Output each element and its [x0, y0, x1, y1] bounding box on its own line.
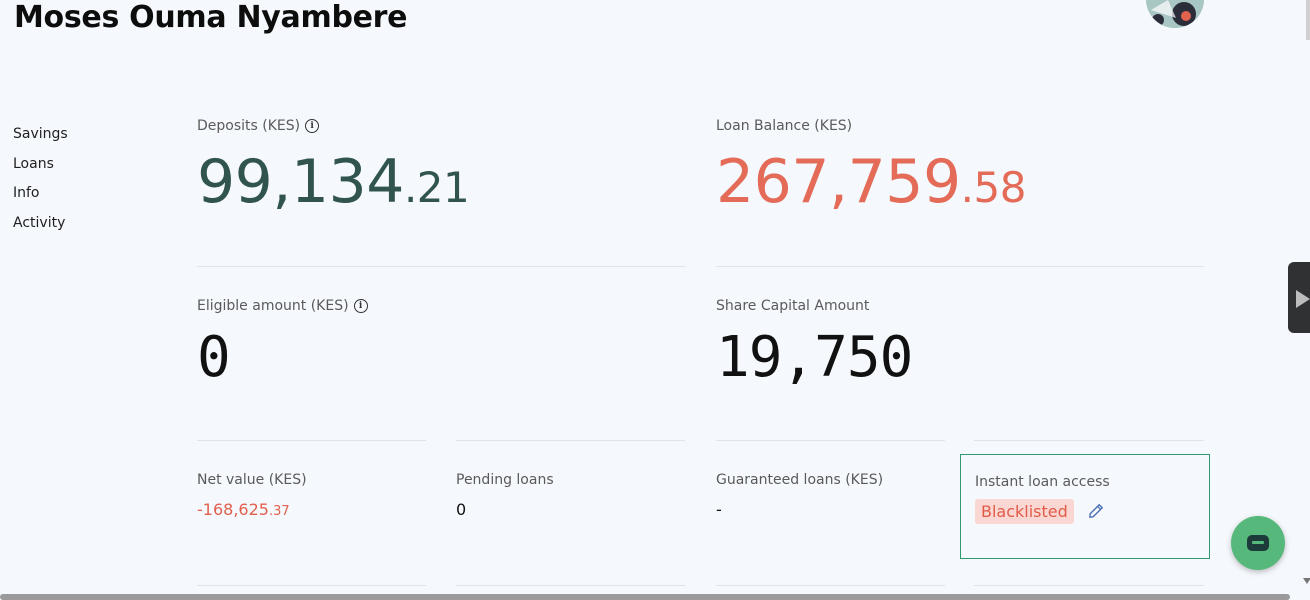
pending-loans-stat: Pending loans 0	[456, 472, 554, 519]
scroll-down-arrow-icon[interactable]	[1303, 578, 1310, 584]
net-value-value: -168,625.37	[197, 500, 307, 519]
eligible-amount-label: Eligible amount (KES)	[197, 298, 349, 314]
deposits-stat: Deposits (KES) i 99,134.21	[197, 118, 470, 212]
eligible-amount-stat: Eligible amount (KES) i 0	[197, 298, 368, 386]
sidebar-item-info[interactable]: Info	[13, 183, 68, 213]
guaranteed-loans-stat: Guaranteed loans (KES) -	[716, 472, 883, 519]
net-value-stat: Net value (KES) -168,625.37	[197, 472, 307, 519]
guaranteed-loans-label: Guaranteed loans (KES)	[716, 472, 884, 488]
info-icon[interactable]: i	[305, 119, 320, 133]
share-capital-label-row: Share Capital Amount	[716, 298, 912, 314]
deposits-label-row: Deposits (KES) i	[197, 118, 469, 134]
side-panel-toggle[interactable]	[1288, 262, 1310, 333]
divider	[197, 440, 426, 441]
chat-button[interactable]	[1231, 516, 1285, 570]
divider	[974, 585, 1204, 586]
sidebar-item-loans[interactable]: Loans	[13, 154, 68, 184]
sidebar-item-activity[interactable]: Activity	[13, 213, 68, 243]
share-capital-label: Share Capital Amount	[716, 298, 870, 314]
info-icon[interactable]: i	[353, 299, 368, 313]
loan-balance-label: Loan Balance (KES)	[716, 118, 853, 134]
eligible-amount-label-row: Eligible amount (KES) i	[197, 298, 368, 314]
deposits-value-whole: 99,134	[197, 147, 404, 217]
divider	[716, 585, 945, 586]
loan-balance-label-row: Loan Balance (KES)	[716, 118, 1026, 134]
net-value-label: Net value (KES)	[197, 472, 307, 488]
horizontal-scrollbar[interactable]	[0, 594, 1290, 600]
share-capital-value: 19,750	[716, 325, 913, 390]
pending-loans-label: Pending loans	[456, 472, 554, 488]
member-name: Moses Ouma Nyambere	[14, 0, 408, 35]
net-value-cents: .37	[268, 504, 290, 519]
sidebar-nav: Savings Loans Info Activity	[13, 124, 68, 242]
divider	[974, 440, 1204, 441]
divider	[456, 440, 685, 441]
divider	[197, 585, 426, 586]
instant-loan-access-card: Instant loan access Blacklisted	[960, 454, 1210, 559]
loan-balance-value-whole: 267,759	[716, 147, 961, 217]
net-value-whole: -168,625	[197, 500, 269, 519]
pencil-icon[interactable]	[1088, 503, 1104, 519]
guaranteed-loans-value: -	[716, 500, 722, 519]
pending-loans-value: 0	[456, 500, 467, 519]
instant-loan-access-label: Instant loan access	[975, 474, 1110, 490]
sidebar-item-savings[interactable]: Savings	[13, 124, 68, 154]
play-icon	[1296, 290, 1310, 308]
avatar[interactable]	[1146, 0, 1204, 28]
user-avatar-icon	[1146, 0, 1204, 28]
eligible-amount-value: 0	[197, 325, 231, 390]
member-dashboard: Moses Ouma Nyambere Savings Loans Info A…	[0, 0, 1310, 600]
loan-balance-stat: Loan Balance (KES) 267,759.58	[716, 118, 1026, 212]
divider	[456, 585, 685, 586]
status-badge: Blacklisted	[975, 499, 1074, 524]
loan-balance-value-cents: .58	[960, 163, 1027, 212]
divider	[716, 266, 1204, 267]
deposits-value-cents: .21	[403, 163, 470, 212]
divider	[716, 440, 945, 441]
deposits-label: Deposits (KES)	[197, 118, 301, 134]
loan-balance-value: 267,759.58	[716, 152, 1026, 212]
chat-bubble-icon	[1247, 535, 1269, 551]
vertical-scrollbar[interactable]	[1306, 0, 1310, 40]
divider	[197, 266, 685, 267]
share-capital-stat: Share Capital Amount 19,750	[716, 298, 913, 390]
deposits-value: 99,134.21	[197, 152, 470, 212]
